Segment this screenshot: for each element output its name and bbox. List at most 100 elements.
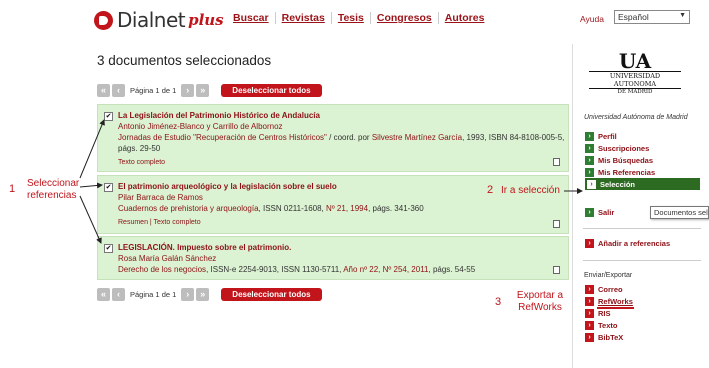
sidebar-item-seleccion[interactable]: › Selección xyxy=(585,178,700,190)
deselect-all-button[interactable]: Deseleccionar todos xyxy=(221,84,322,97)
main-nav: Buscar Revistas Tesis Congresos Autores xyxy=(233,12,490,24)
sidebar-item-suscripciones[interactable]: › Suscripciones xyxy=(585,142,700,154)
sidebar-item-label: Selección xyxy=(600,179,636,189)
sidebar-item-busquedas[interactable]: › Mis Búsquedas xyxy=(585,154,700,166)
source-name[interactable]: Derecho de los negocios xyxy=(118,265,206,274)
sidebar-item-label: RefWorks xyxy=(598,296,633,306)
sidebar-item-label: RIS xyxy=(598,308,611,318)
user-menu: › Perfil › Suscripciones › Mis Búsquedas › M… xyxy=(585,130,700,190)
select-checkbox[interactable]: ✔ xyxy=(104,183,113,192)
result-title[interactable]: LEGISLACIÓN. Impuesto sobre el patrimoni… xyxy=(118,242,568,253)
page-title: 3 documentos seleccionados xyxy=(97,53,272,68)
nav-autores[interactable]: Autores xyxy=(439,12,491,24)
document-icon[interactable] xyxy=(553,220,560,228)
last-page-icon[interactable]: » xyxy=(196,84,210,97)
next-page-icon[interactable]: › xyxy=(181,84,195,97)
arrow-icon: › xyxy=(585,238,594,248)
dialnet-logo-icon xyxy=(94,10,113,30)
sidebar-item-label: Mis Referencias xyxy=(598,167,656,177)
sidebar-item-label: BibTeX xyxy=(598,332,624,342)
divider xyxy=(583,260,701,261)
full-text-link[interactable]: Texto completo xyxy=(118,157,568,168)
first-page-icon[interactable]: « xyxy=(97,84,110,97)
result-item: ✔ La Legislación del Patrimonio Históric… xyxy=(97,104,569,172)
logo-line1: UNIVERSIDAD AUTONOMA xyxy=(589,71,681,89)
pager-bottom: « ‹ Página 1 de 1 › » Deseleccionar todo… xyxy=(97,288,322,301)
result-item: ✔ LEGISLACIÓN. Impuesto sobre el patrimo… xyxy=(97,236,569,280)
annotation-label-1: Seleccionar referencias xyxy=(27,178,80,201)
language-value: Español xyxy=(618,12,649,22)
result-source: Derecho de los negocios, ISSN-e 2254-901… xyxy=(118,264,568,275)
help-link[interactable]: Ayuda xyxy=(580,14,604,24)
export-refworks[interactable]: › RefWorks xyxy=(585,295,700,307)
document-icon[interactable] xyxy=(553,266,560,274)
annotation-number-2: 2 xyxy=(487,184,494,196)
nav-revistas[interactable]: Revistas xyxy=(276,12,332,24)
sidebar-item-label: Suscripciones xyxy=(598,143,650,153)
source-rest: , págs. 341-360 xyxy=(368,204,424,213)
annotation-number-3: 3 xyxy=(495,296,502,308)
deselect-all-button[interactable]: Deseleccionar todos xyxy=(221,288,322,301)
sidebar-item-label: Añadir a referencias xyxy=(598,238,671,248)
first-page-icon[interactable]: « xyxy=(97,288,110,301)
sidebar-item-label: Texto xyxy=(598,320,618,330)
source-rest: , págs. 54-55 xyxy=(428,265,476,274)
selection-tooltip: Documentos sel xyxy=(650,206,709,219)
arrow-icon: › xyxy=(585,308,594,318)
select-checkbox[interactable]: ✔ xyxy=(104,244,113,253)
arrow-icon: › xyxy=(585,143,594,153)
result-title[interactable]: La Legislación del Patrimonio Histórico … xyxy=(118,110,568,121)
nav-congresos[interactable]: Congresos xyxy=(371,12,439,24)
result-author[interactable]: Rosa María Galán Sánchez xyxy=(118,253,568,264)
divider xyxy=(583,228,701,229)
source-name[interactable]: Cuadernos de prehistoria y arqueología xyxy=(118,204,259,213)
export-ris[interactable]: › RIS xyxy=(585,307,700,319)
document-icon[interactable] xyxy=(553,158,560,166)
source-mid: / coord. por xyxy=(326,133,372,142)
arrow-icon: › xyxy=(585,131,594,141)
source-mid: , ISSN-e 2254-9013, ISSN 1130-5711, xyxy=(206,265,344,274)
prev-page-icon[interactable]: ‹ xyxy=(112,288,125,301)
sidebar-item-label: Perfil xyxy=(598,131,617,141)
dialnet-logo[interactable]: Dialnet plus xyxy=(94,7,224,33)
logo-ua: UA xyxy=(618,49,652,73)
arrow-icon: › xyxy=(585,207,594,217)
summary-fulltext-links[interactable]: Resumen | Texto completo xyxy=(118,217,568,228)
source-name[interactable]: Jornadas de Estudio "Recuperación de Cen… xyxy=(118,133,327,142)
annotation-label-2: Ir a selección xyxy=(501,185,560,196)
logo-text: Dialnet xyxy=(117,8,186,32)
select-checkbox[interactable]: ✔ xyxy=(104,112,113,121)
university-name: Universidad Autónoma de Madrid xyxy=(584,114,688,121)
export-texto[interactable]: › Texto xyxy=(585,319,700,331)
result-source: Cuadernos de prehistoria y arqueología, … xyxy=(118,203,568,214)
arrow-icon: › xyxy=(585,167,594,177)
arrow-icon: › xyxy=(585,320,594,330)
university-logo: UA UNIVERSIDAD AUTONOMA DE MADRID xyxy=(589,49,681,95)
prev-page-icon[interactable]: ‹ xyxy=(112,84,125,97)
dropdown-arrow-icon: ▼ xyxy=(679,12,686,19)
export-menu: › Correo › RefWorks › RIS › Texto › BibTeX xyxy=(585,283,700,343)
nav-buscar[interactable]: Buscar xyxy=(233,12,276,24)
export-bibtex[interactable]: › BibTeX xyxy=(585,331,700,343)
next-page-icon[interactable]: › xyxy=(181,288,195,301)
language-select[interactable]: Español ▼ xyxy=(614,10,690,24)
nav-tesis[interactable]: Tesis xyxy=(332,12,371,24)
export-heading: Enviar/Exportar xyxy=(584,272,633,279)
result-author[interactable]: Antonio Jiménez-Blanco y Carrillo de Alb… xyxy=(118,121,568,132)
sidebar-item-perfil[interactable]: › Perfil xyxy=(585,130,700,142)
logo-plus: plus xyxy=(188,11,224,29)
export-correo[interactable]: › Correo xyxy=(585,283,700,295)
sidebar-item-label: Correo xyxy=(598,284,623,294)
sidebar-item-referencias[interactable]: › Mis Referencias xyxy=(585,166,700,178)
add-refs-menu: › Añadir a referencias xyxy=(585,237,700,249)
last-page-icon[interactable]: » xyxy=(196,288,210,301)
sidebar-item-label: Salir xyxy=(598,207,615,217)
source-mid: , ISSN 0211-1608, xyxy=(258,204,326,213)
source-coord[interactable]: Año nº 22, Nº 254, 2011 xyxy=(343,265,428,274)
source-coord[interactable]: Silvestre Martínez García xyxy=(372,133,462,142)
arrow-icon: › xyxy=(585,296,594,306)
annotation-label-3: Exportar a RefWorks xyxy=(516,290,564,313)
add-to-references-link[interactable]: › Añadir a referencias xyxy=(585,237,700,249)
sidebar-item-label: Mis Búsquedas xyxy=(598,155,654,165)
source-coord[interactable]: Nº 21, 1994 xyxy=(326,204,368,213)
